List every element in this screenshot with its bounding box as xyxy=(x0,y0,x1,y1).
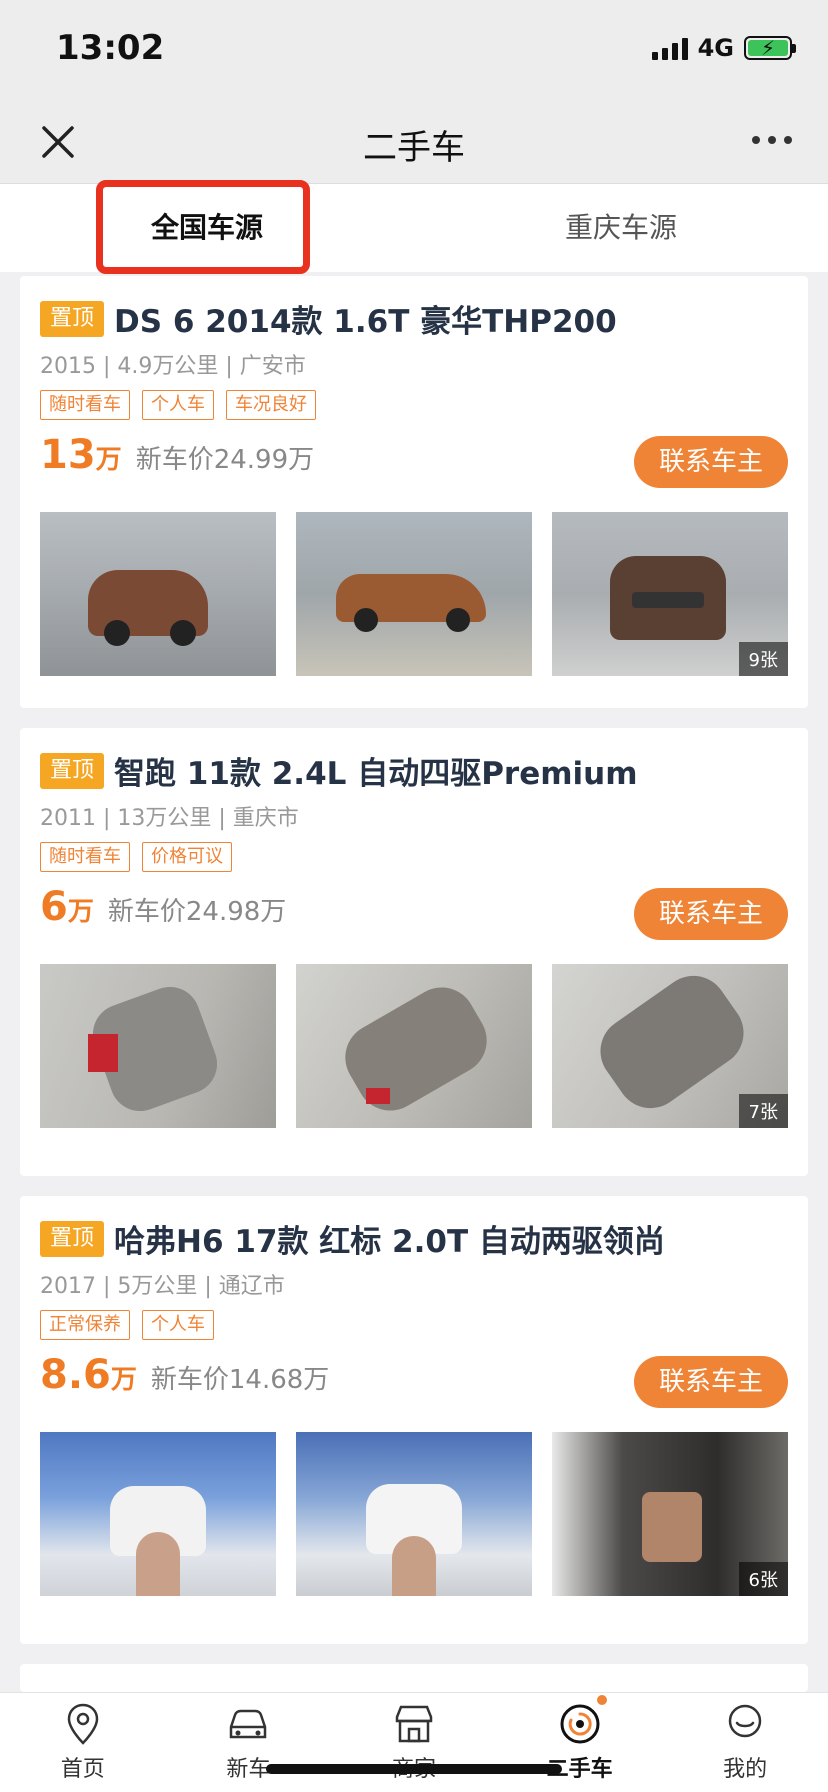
nav-item-dealers[interactable]: 商家 xyxy=(331,1693,497,1792)
tag-list: 随时看车 价格可议 xyxy=(40,842,232,872)
status-bar: 13:02 4G ⚡ xyxy=(0,0,828,100)
car-photo[interactable] xyxy=(40,512,276,676)
photo-count: 7张 xyxy=(738,1094,788,1128)
store-icon xyxy=(395,1705,433,1743)
photo-strip: 9张 xyxy=(40,512,788,676)
pinned-badge: 置顶 xyxy=(40,752,105,789)
car-photo[interactable] xyxy=(296,1432,532,1596)
status-time: 13:02 xyxy=(56,28,165,68)
tag: 随时看车 xyxy=(40,390,130,420)
new-car-price: 新车价24.98万 xyxy=(107,897,287,927)
active-indicator-dot xyxy=(596,1695,607,1705)
listing-card[interactable]: 置顶 DS 6 2014款 1.6T 豪华THP200 2015 | 4.9万公… xyxy=(20,276,808,708)
tab-chongqing[interactable]: 重庆车源 xyxy=(414,184,828,272)
pinned-badge: 置顶 xyxy=(40,300,105,337)
car-photo[interactable]: 7张 xyxy=(552,964,788,1128)
nav-item-new-car[interactable]: 新车 xyxy=(166,1693,332,1792)
pinned-badge: 置顶 xyxy=(40,1220,105,1257)
car-title[interactable]: 智跑 11款 2.4L 自动四驱Premium xyxy=(114,748,638,793)
car-photo[interactable]: 9张 xyxy=(552,512,788,676)
car-icon xyxy=(230,1709,267,1739)
used-car-icon xyxy=(560,1704,600,1744)
car-meta: 2017 | 5万公里 | 通辽市 xyxy=(40,1274,285,1299)
price: 8.6万 xyxy=(40,1352,137,1398)
bottom-nav: 首页 新车 商家 二手车 我的 xyxy=(0,1692,828,1792)
contact-owner-button[interactable]: 联系车主 xyxy=(634,436,788,488)
car-photo[interactable]: 6张 xyxy=(552,1432,788,1596)
listing-card-partial xyxy=(20,1664,808,1692)
new-car-price: 新车价24.99万 xyxy=(135,445,315,475)
network-label: 4G xyxy=(697,34,734,62)
home-indicator xyxy=(266,1764,562,1774)
more-icon[interactable] xyxy=(752,136,792,144)
tab-highlight-box xyxy=(96,180,310,274)
tag: 随时看车 xyxy=(40,842,130,872)
new-car-price: 新车价14.68万 xyxy=(150,1365,330,1395)
photo-strip: 7张 xyxy=(40,964,788,1128)
car-photo[interactable] xyxy=(40,964,276,1128)
tag-list: 正常保养 个人车 xyxy=(40,1310,214,1340)
tag-list: 随时看车 个人车 车况良好 xyxy=(40,390,316,420)
contact-owner-button[interactable]: 联系车主 xyxy=(634,888,788,940)
photo-count: 9张 xyxy=(738,642,788,676)
location-pin-icon xyxy=(67,1703,99,1745)
nav-bar: 二手车 xyxy=(0,100,828,184)
nav-item-home[interactable]: 首页 xyxy=(0,1693,166,1792)
car-photo[interactable] xyxy=(296,964,532,1128)
car-title[interactable]: DS 6 2014款 1.6T 豪华THP200 xyxy=(114,296,617,341)
contact-owner-button[interactable]: 联系车主 xyxy=(634,1356,788,1408)
nav-item-profile[interactable]: 我的 xyxy=(662,1693,828,1792)
car-meta: 2015 | 4.9万公里 | 广安市 xyxy=(40,354,306,379)
battery-icon: ⚡ xyxy=(744,36,796,60)
car-meta: 2011 | 13万公里 | 重庆市 xyxy=(40,806,299,831)
signal-icon xyxy=(651,36,688,60)
photo-strip: 6张 xyxy=(40,1432,788,1596)
status-indicators: 4G ⚡ xyxy=(651,34,796,62)
car-title[interactable]: 哈弗H6 17款 红标 2.0T 自动两驱领尚 xyxy=(114,1216,665,1261)
tag: 正常保养 xyxy=(40,1310,130,1340)
nav-item-used-car[interactable]: 二手车 xyxy=(497,1693,663,1792)
tag: 个人车 xyxy=(142,1310,214,1340)
car-photo[interactable] xyxy=(296,512,532,676)
tag: 车况良好 xyxy=(226,390,316,420)
nav-label: 我的 xyxy=(723,1757,768,1782)
price: 13万 xyxy=(40,432,122,478)
nav-label: 首页 xyxy=(60,1757,105,1782)
listing-card[interactable]: 置顶 哈弗H6 17款 红标 2.0T 自动两驱领尚 2017 | 5万公里 |… xyxy=(20,1196,808,1644)
tag: 个人车 xyxy=(142,390,214,420)
page-title: 二手车 xyxy=(363,128,465,168)
photo-count: 6张 xyxy=(738,1562,788,1596)
nav-label: 新车 xyxy=(226,1757,271,1782)
tag: 价格可议 xyxy=(142,842,232,872)
listing-card[interactable]: 置顶 智跑 11款 2.4L 自动四驱Premium 2011 | 13万公里 … xyxy=(20,728,808,1176)
profile-icon xyxy=(728,1704,762,1738)
car-photo[interactable] xyxy=(40,1432,276,1596)
price: 6万 xyxy=(40,884,94,930)
